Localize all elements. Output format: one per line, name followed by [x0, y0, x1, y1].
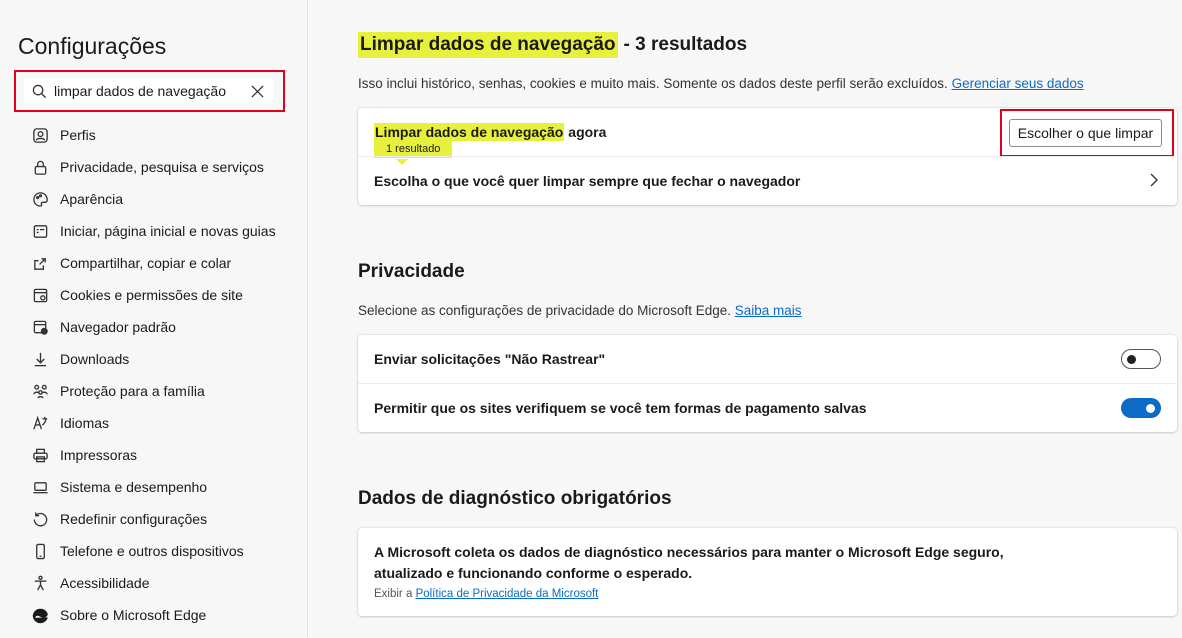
sidebar-item-label: Proteção para a família	[60, 383, 205, 399]
diagnostics-policy-line: Exibir a Política de Privacidade da Micr…	[374, 588, 598, 600]
accessibility-icon	[30, 573, 50, 593]
toggle-knob	[1127, 355, 1136, 364]
family-icon	[30, 381, 50, 401]
default-browser-icon	[30, 317, 50, 337]
sidebar-item-label: Sobre o Microsoft Edge	[60, 607, 207, 623]
sidebar-item-label: Cookies e permissões de site	[60, 287, 243, 303]
payment-check-row: Permitir que os sites verifiquem se você…	[358, 384, 1177, 432]
sidebar-item-iniciar[interactable]: Iniciar, página inicial e novas guias	[0, 215, 307, 247]
do-not-track-toggle[interactable]	[1121, 349, 1161, 369]
search-box[interactable]	[24, 78, 274, 104]
clear-on-close-row[interactable]: Escolha o que você quer limpar sempre qu…	[358, 157, 1177, 205]
sidebar-item-label: Redefinir configurações	[60, 511, 208, 527]
policy-prefix: Exibir a	[374, 588, 413, 600]
edge-logo-icon	[30, 605, 50, 625]
sidebar-item-sistema[interactable]: Sistema e desempenho	[0, 471, 307, 503]
sidebar-item-label: Acessibilidade	[60, 575, 150, 591]
clear-now-row: Limpar dados de navegação agora 1 result…	[358, 108, 1177, 165]
sidebar-item-label: Impressoras	[60, 447, 138, 463]
palette-icon	[30, 189, 50, 209]
sidebar-item-label: Idiomas	[60, 415, 110, 431]
manage-data-link[interactable]: Gerenciar seus dados	[952, 76, 1084, 91]
sidebar-item-cookies[interactable]: Cookies e permissões de site	[0, 279, 307, 311]
sidebar-item-label: Compartilhar, copiar e colar	[60, 255, 232, 271]
diagnostics-title: Dados de diagnóstico obrigatórios	[358, 488, 672, 509]
sidebar-title: Configurações	[18, 33, 167, 59]
share-icon	[30, 253, 50, 273]
clear-search-icon[interactable]	[244, 84, 270, 98]
sidebar-item-privacidade[interactable]: Privacidade, pesquisa e serviços	[0, 151, 307, 183]
download-icon	[30, 349, 50, 369]
search-highlight-outline	[14, 70, 285, 112]
sidebar: Configurações Perfis Privacidade, pesqui…	[0, 0, 308, 638]
row-highlight: Limpar dados de navegação	[374, 123, 565, 141]
sidebar-item-acessibilidade[interactable]: Acessibilidade	[0, 567, 307, 599]
sidebar-item-idiomas[interactable]: Idiomas	[0, 407, 307, 439]
sidebar-item-label: Downloads	[60, 351, 130, 367]
language-icon	[30, 413, 50, 433]
sidebar-item-label: Privacidade, pesquisa e serviços	[60, 159, 264, 175]
payment-check-label: Permitir que os sites verifiquem se você…	[374, 400, 867, 416]
sidebar-item-label: Navegador padrão	[60, 319, 176, 335]
do-not-track-row: Enviar solicitações "Não Rastrear"	[358, 335, 1177, 383]
sidebar-item-sobre[interactable]: Sobre o Microsoft Edge	[0, 599, 307, 631]
description-text: Isso inclui histórico, senhas, cookies e…	[358, 76, 948, 91]
sidebar-item-navegador-padrao[interactable]: Navegador padrão	[0, 311, 307, 343]
do-not-track-label: Enviar solicitações "Não Rastrear"	[374, 351, 606, 367]
payment-check-toggle[interactable]	[1121, 398, 1161, 418]
toggle-knob	[1146, 404, 1155, 413]
sidebar-item-aparencia[interactable]: Aparência	[0, 183, 307, 215]
search-input[interactable]	[54, 83, 244, 99]
cookie-settings-icon	[30, 285, 50, 305]
sidebar-item-redefinir[interactable]: Redefinir configurações	[0, 503, 307, 535]
phone-icon	[30, 541, 50, 561]
sidebar-item-label: Telefone e outros dispositivos	[60, 543, 244, 559]
privacy-description: Selecione as configurações de privacidad…	[358, 303, 802, 318]
privacy-policy-link[interactable]: Política de Privacidade da Microsoft	[416, 588, 599, 600]
reset-icon	[30, 509, 50, 529]
clear-on-close-label: Escolha o que você quer limpar sempre qu…	[374, 173, 801, 189]
laptop-icon	[30, 477, 50, 497]
printer-icon	[30, 445, 50, 465]
sidebar-item-perfis[interactable]: Perfis	[0, 119, 307, 151]
clear-section-title: Limpar dados de navegação - 3 resultados	[358, 32, 747, 58]
main-content: Limpar dados de navegação - 3 resultados…	[309, 0, 1182, 638]
row-suffix: agora	[568, 124, 607, 140]
sidebar-item-label: Iniciar, página inicial e novas guias	[60, 223, 276, 239]
title-highlight: Limpar dados de navegação	[358, 32, 618, 58]
privacy-title: Privacidade	[358, 261, 465, 282]
privacy-card: Enviar solicitações "Não Rastrear" Permi…	[358, 335, 1177, 432]
learn-more-link[interactable]: Saiba mais	[735, 303, 802, 318]
home-grid-icon	[30, 221, 50, 241]
sidebar-item-label: Perfis	[60, 127, 96, 143]
sidebar-item-downloads[interactable]: Downloads	[0, 343, 307, 375]
chevron-right-icon	[1149, 173, 1159, 190]
sidebar-item-familia[interactable]: Proteção para a família	[0, 375, 307, 407]
choose-button-highlight-outline: Escolher o que limpar	[1000, 109, 1174, 157]
profile-icon	[30, 125, 50, 145]
search-icon	[24, 84, 54, 99]
privacy-description-text: Selecione as configurações de privacidad…	[358, 303, 731, 318]
sidebar-item-telefone[interactable]: Telefone e outros dispositivos	[0, 535, 307, 567]
sidebar-item-impressoras[interactable]: Impressoras	[0, 439, 307, 471]
sidebar-item-compartilhar[interactable]: Compartilhar, copiar e colar	[0, 247, 307, 279]
sidebar-item-label: Aparência	[60, 191, 124, 207]
clear-section-description: Isso inclui histórico, senhas, cookies e…	[358, 76, 1084, 91]
results-count: - 3 resultados	[623, 34, 748, 55]
choose-what-to-clear-button[interactable]: Escolher o que limpar	[1009, 119, 1162, 147]
sidebar-item-label: Sistema e desempenho	[60, 479, 208, 495]
lock-icon	[30, 157, 50, 177]
diagnostics-card: A Microsoft coleta os dados de diagnósti…	[358, 528, 1177, 616]
clear-data-card: Limpar dados de navegação agora 1 result…	[358, 108, 1177, 205]
sidebar-nav: Perfis Privacidade, pesquisa e serviços …	[0, 119, 307, 631]
diagnostics-text: A Microsoft coleta os dados de diagnósti…	[374, 544, 1004, 581]
